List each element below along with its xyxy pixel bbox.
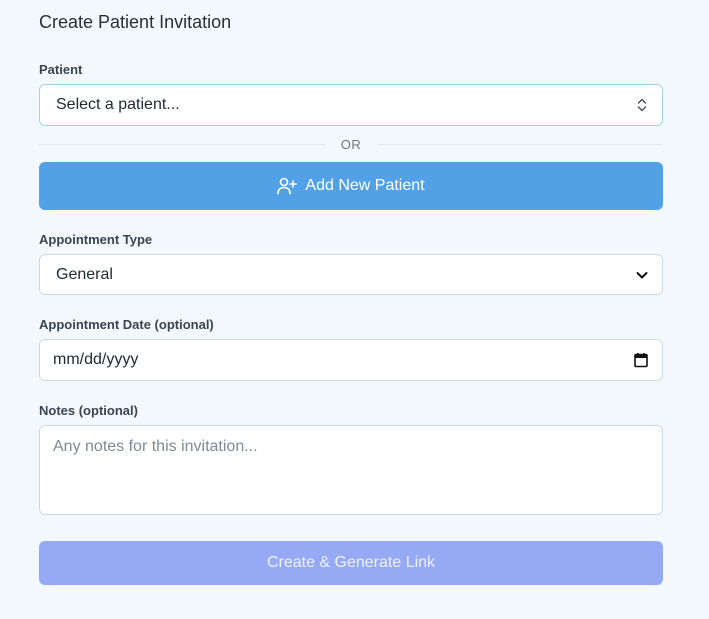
appointment-date-value: mm/dd/yyyy [53, 351, 139, 368]
add-new-patient-label: Add New Patient [305, 177, 425, 194]
appointment-date-label: Appointment Date (optional) [39, 317, 214, 332]
divider-text: OR [340, 136, 362, 152]
appointment-type-value: General [56, 265, 113, 283]
divider-line [377, 143, 663, 145]
notes-placeholder: Any notes for this invitation... [53, 438, 258, 455]
up-down-chevron-icon [636, 97, 648, 113]
patient-label: Patient [39, 62, 83, 77]
user-plus-icon [277, 177, 298, 195]
notes-label: Notes (optional) [39, 403, 138, 418]
appointment-date-input[interactable]: mm/dd/yyyy [39, 339, 663, 381]
page-title: Create Patient Invitation [39, 12, 232, 32]
appointment-type-select[interactable]: General [39, 254, 663, 295]
divider-line [39, 143, 325, 145]
appointment-type-label: Appointment Type [39, 232, 153, 247]
chevron-down-icon [636, 270, 648, 280]
calendar-icon[interactable] [634, 353, 648, 368]
notes-textarea[interactable]: Any notes for this invitation... [39, 425, 663, 515]
or-divider: OR [39, 134, 663, 154]
add-new-patient-button[interactable]: Add New Patient [39, 162, 663, 210]
invitation-form: Create Patient Invitation Patient Select… [0, 0, 709, 619]
create-generate-link-button[interactable]: Create & Generate Link [39, 541, 663, 585]
patient-select-value: Select a patient... [56, 96, 180, 113]
patient-select[interactable]: Select a patient... [39, 84, 663, 126]
create-generate-link-label: Create & Generate Link [266, 554, 436, 571]
